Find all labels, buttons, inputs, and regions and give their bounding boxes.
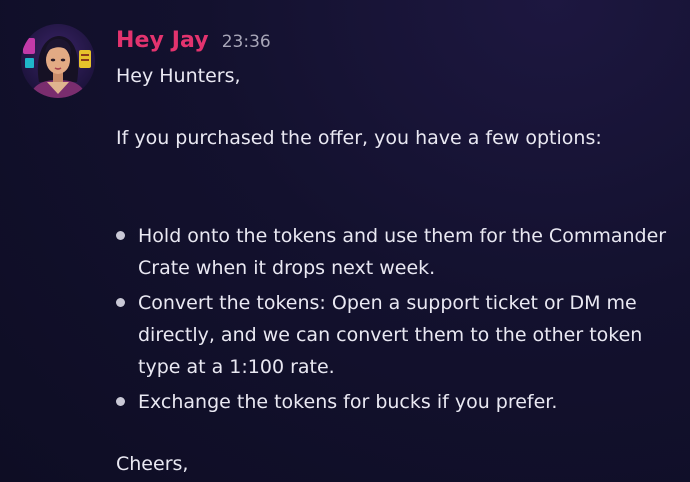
chat-message: Hey Jay 23:36 Hey Hunters, If you purcha… [0, 0, 690, 482]
intro-text: If you purchased the offer, you have a f… [116, 127, 602, 149]
bullet-dot-icon [116, 231, 125, 240]
closing-text: Cheers, [116, 453, 189, 475]
list-item: Convert the tokens: Open a support ticke… [116, 287, 686, 383]
option-line: Hold onto the tokens and use them for th… [138, 225, 667, 247]
greeting-text: Hey Hunters, [116, 65, 241, 87]
option-line: type at a 1:100 rate. [138, 356, 335, 378]
avatar[interactable] [21, 24, 95, 98]
bullet-dot-icon [116, 397, 125, 406]
option-line: Crate when it drops next week. [138, 257, 436, 279]
message-timestamp[interactable]: 23:36 [222, 32, 271, 52]
bullet-dot-icon [116, 298, 125, 307]
options-list: Hold onto the tokens and use them for th… [116, 220, 686, 421]
option-line: Exchange the tokens for bucks if you pre… [138, 391, 558, 413]
avatar-illustration [21, 24, 95, 98]
option-line: directly, and we can convert them to the… [138, 324, 643, 346]
message-header: Hey Jay 23:36 [116, 28, 271, 60]
option-line: Convert the tokens: Open a support ticke… [138, 292, 637, 314]
list-item: Hold onto the tokens and use them for th… [116, 220, 686, 284]
list-item: Exchange the tokens for bucks if you pre… [116, 386, 686, 418]
author-name[interactable]: Hey Jay [116, 28, 209, 53]
